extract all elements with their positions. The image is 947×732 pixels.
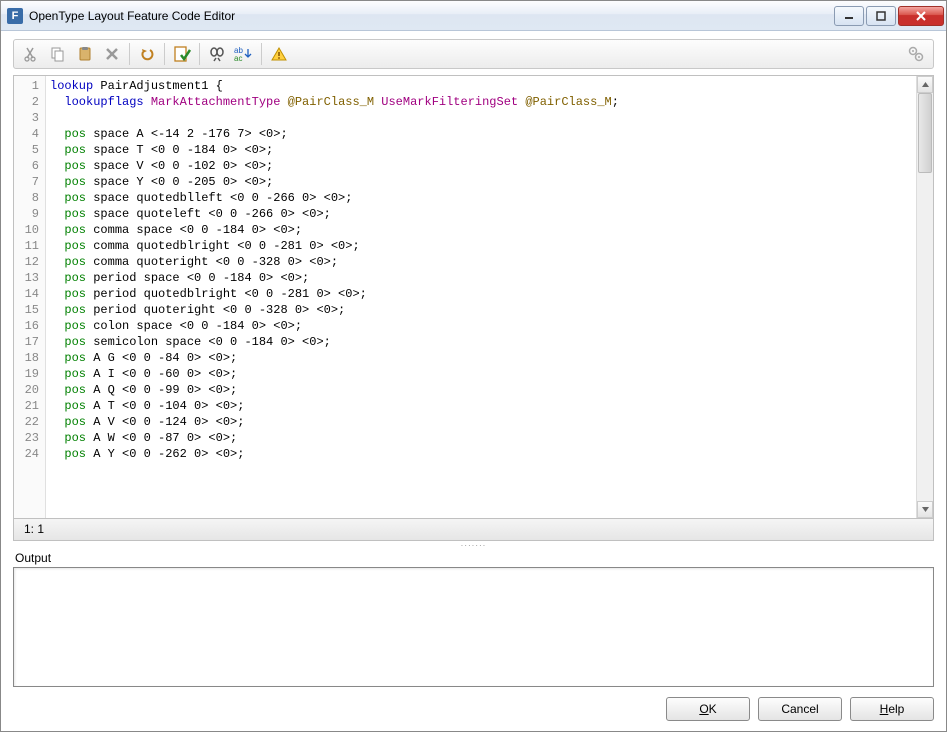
paste-button[interactable] — [72, 41, 98, 67]
window-title: OpenType Layout Feature Code Editor — [29, 9, 834, 23]
output-label: Output — [15, 551, 934, 565]
status-bar: 1: 1 — [13, 519, 934, 541]
cut-button[interactable] — [18, 41, 44, 67]
help-button[interactable]: Help — [850, 697, 934, 721]
app-icon: F — [7, 8, 23, 24]
ok-button[interactable]: OK — [666, 697, 750, 721]
vertical-scrollbar[interactable] — [916, 76, 933, 518]
svg-text:ac: ac — [234, 54, 242, 62]
titlebar[interactable]: F OpenType Layout Feature Code Editor — [1, 1, 946, 31]
toolbar: abac — [13, 39, 934, 69]
cancel-button[interactable]: Cancel — [758, 697, 842, 721]
scroll-track[interactable] — [917, 93, 933, 501]
close-button[interactable] — [898, 6, 944, 26]
scroll-thumb[interactable] — [918, 93, 932, 173]
splitter[interactable]: ······· — [13, 541, 934, 549]
scroll-up-button[interactable] — [917, 76, 933, 93]
output-panel[interactable] — [13, 567, 934, 687]
window: F OpenType Layout Feature Code Editor ab… — [0, 0, 947, 732]
settings-button[interactable] — [903, 41, 929, 67]
maximize-button[interactable] — [866, 6, 896, 26]
delete-button[interactable] — [99, 41, 125, 67]
minimize-button[interactable] — [834, 6, 864, 26]
code-content[interactable]: lookup PairAdjustment1 { lookupflags Mar… — [46, 76, 916, 518]
validate-button[interactable] — [169, 41, 195, 67]
undo-button[interactable] — [134, 41, 160, 67]
replace-button[interactable]: abac — [231, 41, 257, 67]
line-gutter: 123456789101112131415161718192021222324 — [14, 76, 46, 518]
cursor-position: 1: 1 — [24, 522, 44, 536]
warning-button[interactable] — [266, 41, 292, 67]
scroll-down-button[interactable] — [917, 501, 933, 518]
code-editor[interactable]: 123456789101112131415161718192021222324 … — [13, 75, 934, 519]
copy-button[interactable] — [45, 41, 71, 67]
find-button[interactable] — [204, 41, 230, 67]
